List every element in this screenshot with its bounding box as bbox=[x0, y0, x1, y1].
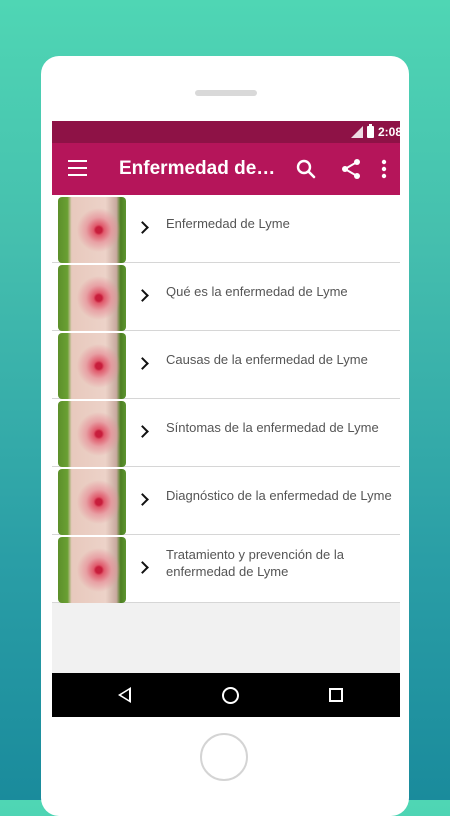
search-icon[interactable] bbox=[294, 157, 318, 181]
list-item-label: Diagnóstico de la enfermedad de Lyme bbox=[166, 488, 392, 503]
list-item[interactable]: Causas de la enfermedad de Lyme bbox=[52, 331, 400, 399]
signal-icon bbox=[350, 126, 363, 138]
chevron-right-icon bbox=[136, 357, 149, 370]
list-item[interactable]: Qué es la enfermedad de Lyme bbox=[52, 263, 400, 331]
topic-list: Enfermedad de Lyme Qué es la enfermedad … bbox=[52, 195, 400, 603]
list-item-label: Causas de la enfermedad de Lyme bbox=[166, 352, 368, 367]
app-screen: 2:08 Enfermedad de Lyme Enfermedad de Ly… bbox=[52, 121, 400, 717]
battery-icon bbox=[366, 124, 374, 138]
list-item[interactable]: Tratamiento y prevención de la enfermeda… bbox=[52, 535, 400, 603]
list-item-label: Qué es la enfermedad de Lyme bbox=[166, 284, 348, 299]
lyme-rash-thumbnail bbox=[58, 537, 126, 603]
phone-speaker bbox=[195, 90, 257, 96]
app-toolbar: Enfermedad de Lyme bbox=[52, 143, 400, 195]
more-vert-icon[interactable] bbox=[378, 157, 390, 181]
chevron-right-icon bbox=[136, 221, 149, 234]
status-bar: 2:08 bbox=[52, 121, 400, 143]
lyme-rash-thumbnail bbox=[58, 333, 126, 399]
recents-icon[interactable] bbox=[329, 688, 343, 702]
home-icon[interactable] bbox=[222, 687, 239, 704]
menu-icon[interactable] bbox=[68, 160, 87, 176]
back-icon[interactable] bbox=[118, 687, 131, 703]
status-time: 2:08 bbox=[377, 125, 400, 139]
lyme-rash-thumbnail bbox=[58, 265, 126, 331]
lyme-rash-thumbnail bbox=[58, 401, 126, 467]
lyme-rash-thumbnail bbox=[58, 197, 126, 263]
phone-home-button bbox=[200, 733, 248, 781]
toolbar-title: Enfermedad de Lyme bbox=[119, 158, 279, 179]
lyme-rash-thumbnail bbox=[58, 469, 126, 535]
chevron-right-icon bbox=[136, 561, 149, 574]
list-item-label: Síntomas de la enfermedad de Lyme bbox=[166, 420, 379, 435]
chevron-right-icon bbox=[136, 493, 149, 506]
list-item-label: Tratamiento y prevención de la enfermeda… bbox=[166, 547, 345, 579]
list-item-label: Enfermedad de Lyme bbox=[166, 216, 290, 231]
chevron-right-icon bbox=[136, 425, 149, 438]
system-nav-bar bbox=[52, 673, 400, 717]
share-icon[interactable] bbox=[339, 157, 363, 181]
list-item[interactable]: Diagnóstico de la enfermedad de Lyme bbox=[52, 467, 400, 535]
list-item[interactable]: Síntomas de la enfermedad de Lyme bbox=[52, 399, 400, 467]
chevron-right-icon bbox=[136, 289, 149, 302]
list-item[interactable]: Enfermedad de Lyme bbox=[52, 195, 400, 263]
